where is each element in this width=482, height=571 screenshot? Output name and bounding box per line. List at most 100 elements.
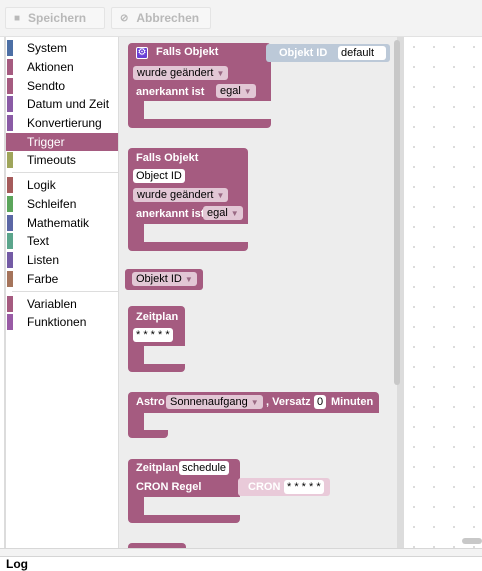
workspace-grid[interactable] bbox=[404, 37, 482, 548]
category-label: Variablen bbox=[27, 297, 77, 311]
category-trigger[interactable]: Trigger bbox=[6, 133, 118, 151]
toolbar: ■ Speichern ⊘ Abbrechen bbox=[0, 0, 482, 37]
category-label: Sendto bbox=[27, 79, 66, 93]
block-body bbox=[128, 515, 240, 523]
changed-dropdown[interactable]: wurde geändert ▼ bbox=[133, 66, 229, 80]
offset-field[interactable]: 0 bbox=[314, 395, 327, 409]
schedule-name-field[interactable]: schedule bbox=[179, 461, 230, 475]
save-button[interactable]: ■ Speichern bbox=[5, 7, 105, 29]
flyout-scrollbar[interactable] bbox=[394, 40, 400, 385]
chevron-down-icon: ▼ bbox=[184, 275, 193, 284]
dropdown-value: Sonnenaufgang bbox=[170, 396, 248, 408]
dropdown-value: wurde geändert bbox=[137, 67, 214, 79]
category-aktionen[interactable]: Aktionen bbox=[6, 58, 118, 76]
category-label: Konvertierung bbox=[27, 116, 102, 130]
category-datum-und-zeit[interactable]: Datum und Zeit bbox=[6, 95, 118, 113]
divider bbox=[0, 548, 482, 556]
block-title: Zeitplan bbox=[136, 311, 179, 323]
category-swatch bbox=[7, 59, 13, 75]
workspace-scrollbar[interactable] bbox=[462, 538, 482, 544]
category-separator bbox=[12, 172, 118, 173]
category-listen[interactable]: Listen bbox=[6, 251, 118, 269]
category-label: Listen bbox=[27, 253, 60, 267]
chevron-down-icon: ▼ bbox=[216, 191, 225, 200]
block-title: Zeitplan bbox=[136, 462, 179, 474]
cancel-icon: ⊘ bbox=[120, 12, 129, 24]
category-konvertierung[interactable]: Konvertierung bbox=[6, 114, 118, 132]
category-system[interactable]: System bbox=[6, 39, 118, 57]
ack-label: anerkannt ist bbox=[136, 208, 205, 220]
category-timeouts[interactable]: Timeouts bbox=[6, 151, 118, 169]
category-schleifen[interactable]: Schleifen bbox=[6, 195, 118, 213]
category-swatch bbox=[7, 196, 13, 212]
category-swatch bbox=[7, 115, 13, 131]
log-panel[interactable]: Log bbox=[0, 556, 482, 571]
category-swatch bbox=[7, 40, 13, 56]
objekt-id-label: Objekt ID bbox=[279, 47, 328, 59]
block-body bbox=[128, 101, 144, 119]
category-swatch bbox=[7, 215, 13, 231]
block-body bbox=[128, 364, 185, 372]
block-body bbox=[128, 346, 144, 364]
toolbox: System Aktionen Sendto Datum und Zeit Ko… bbox=[6, 37, 118, 548]
dropdown-value: egal bbox=[207, 207, 228, 219]
log-label: Log bbox=[6, 557, 28, 571]
cron-value-field[interactable]: * * * * * bbox=[284, 480, 324, 494]
ack-dropdown[interactable]: egal ▼ bbox=[216, 84, 256, 98]
category-label: Trigger bbox=[27, 135, 65, 149]
dropdown-value: egal bbox=[220, 85, 241, 97]
category-label: Timeouts bbox=[27, 153, 76, 167]
ack-dropdown[interactable]: egal ▼ bbox=[203, 206, 243, 220]
category-sendto[interactable]: Sendto bbox=[6, 77, 118, 95]
category-swatch bbox=[7, 296, 13, 312]
changed-dropdown[interactable]: wurde geändert ▼ bbox=[133, 188, 229, 202]
category-label: Mathematik bbox=[27, 216, 90, 230]
objekt-id-value[interactable]: default bbox=[338, 46, 386, 60]
block-body bbox=[128, 413, 144, 430]
cancel-button[interactable]: ⊘ Abbrechen bbox=[111, 7, 211, 29]
object-id-field[interactable]: Object ID bbox=[133, 169, 185, 183]
block-body bbox=[128, 224, 144, 242]
category-label: Aktionen bbox=[27, 60, 74, 74]
block-title: Falls Objekt bbox=[136, 152, 199, 164]
ack-label: anerkannt ist bbox=[136, 86, 205, 98]
category-label: System bbox=[27, 41, 68, 55]
category-logik[interactable]: Logik bbox=[6, 176, 118, 194]
dropdown-value: Objekt ID bbox=[136, 273, 182, 285]
category-separator bbox=[12, 291, 118, 292]
cron-field[interactable]: * * * * * bbox=[133, 328, 173, 342]
category-swatch bbox=[7, 271, 13, 287]
category-swatch bbox=[7, 314, 13, 330]
category-variablen[interactable]: Variablen bbox=[6, 295, 118, 313]
chevron-down-icon: ▼ bbox=[230, 209, 239, 218]
gear-icon[interactable]: ⚙ bbox=[136, 47, 148, 59]
cancel-button-label: Abbrechen bbox=[136, 11, 200, 25]
category-swatch bbox=[7, 152, 13, 168]
block-body bbox=[128, 430, 168, 438]
objekt-id-dropdown[interactable]: Objekt ID ▼ bbox=[132, 272, 197, 286]
block-body bbox=[128, 119, 271, 128]
dropdown-value: wurde geändert bbox=[137, 189, 214, 201]
block-title: Falls Objekt bbox=[156, 46, 219, 58]
category-label: Schleifen bbox=[27, 197, 77, 211]
category-swatch bbox=[7, 252, 13, 268]
offset-label: , Versatz bbox=[266, 396, 311, 408]
block-body bbox=[128, 497, 144, 515]
category-label: Text bbox=[27, 234, 50, 248]
category-text[interactable]: Text bbox=[6, 232, 118, 250]
cron-label: CRON Regel bbox=[136, 481, 202, 493]
category-swatch bbox=[7, 78, 13, 94]
category-funktionen[interactable]: Funktionen bbox=[6, 313, 118, 331]
astro-event-dropdown[interactable]: Sonnenaufgang ▼ bbox=[166, 395, 263, 409]
chevron-down-icon: ▼ bbox=[250, 398, 259, 407]
category-label: Logik bbox=[27, 178, 56, 192]
chevron-down-icon: ▼ bbox=[216, 69, 225, 78]
category-label: Farbe bbox=[27, 272, 59, 286]
block-body bbox=[128, 242, 248, 251]
category-mathematik[interactable]: Mathematik bbox=[6, 214, 118, 232]
category-farbe[interactable]: Farbe bbox=[6, 270, 118, 288]
unit-label: Minuten bbox=[331, 396, 374, 408]
category-swatch bbox=[7, 177, 13, 193]
cron-inner-label: CRON bbox=[248, 481, 281, 493]
save-button-label: Speichern bbox=[28, 11, 87, 25]
